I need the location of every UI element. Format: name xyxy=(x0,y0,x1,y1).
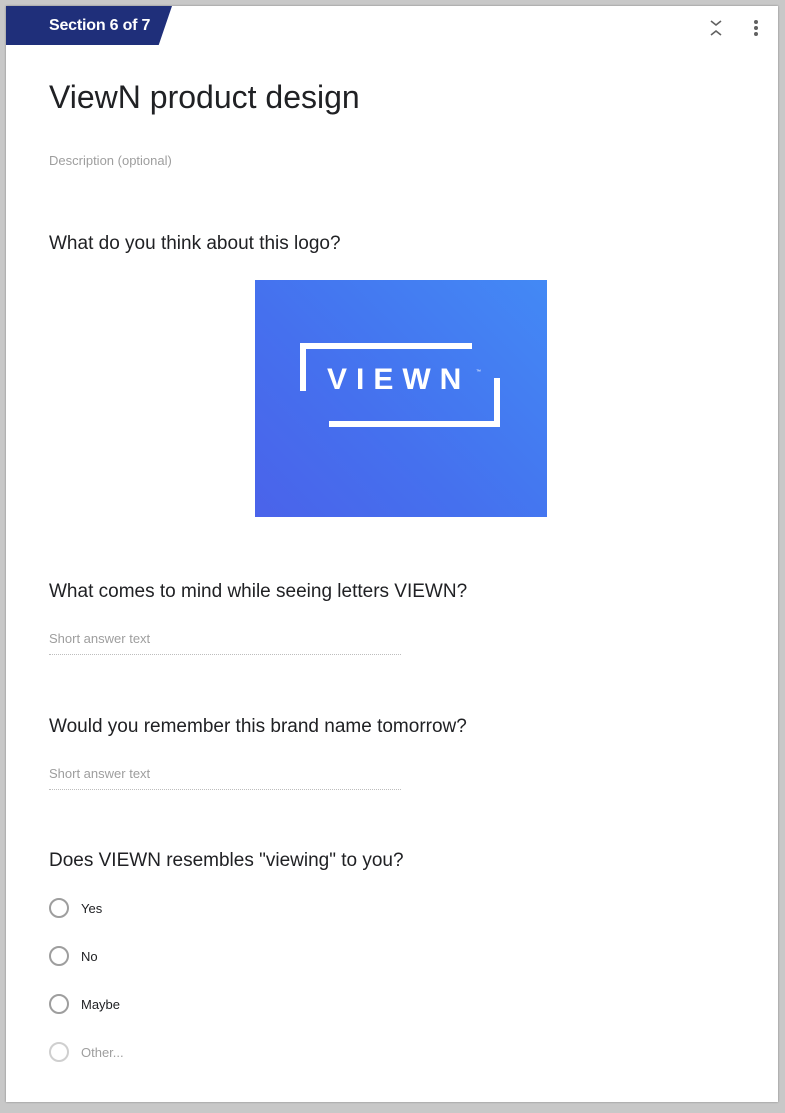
radio-button[interactable] xyxy=(49,898,69,918)
section-actions xyxy=(704,16,768,40)
question-title[interactable]: What comes to mind while seeing letters … xyxy=(49,581,467,603)
option-label: Maybe xyxy=(81,996,121,1012)
question-title[interactable]: Does VIEWN resembles "viewing" to you? xyxy=(49,850,404,872)
section-description-field[interactable]: Description (optional) xyxy=(49,153,172,168)
radio-button[interactable] xyxy=(49,946,69,966)
question-title[interactable]: What do you think about this logo? xyxy=(49,233,341,255)
more-vert-icon[interactable] xyxy=(744,16,768,40)
short-answer-field[interactable]: Short answer text xyxy=(49,630,401,655)
radio-option-yes[interactable]: Yes xyxy=(49,898,102,918)
radio-option-no[interactable]: No xyxy=(49,946,98,966)
question-title[interactable]: Would you remember this brand name tomor… xyxy=(49,716,467,738)
radio-option-other[interactable]: Other... xyxy=(49,1042,124,1062)
option-label: Yes xyxy=(81,900,103,916)
short-answer-placeholder: Short answer text xyxy=(49,766,151,781)
option-label: No xyxy=(81,948,98,964)
radio-button[interactable] xyxy=(49,994,69,1014)
logo-text: VIEWN xyxy=(327,363,471,396)
section-title[interactable]: ViewN product design xyxy=(49,79,360,116)
form-section-card: Section 6 of 7 ViewN product design Desc… xyxy=(6,6,778,1102)
short-answer-placeholder: Short answer text xyxy=(49,631,151,646)
collapse-icon[interactable] xyxy=(704,16,728,40)
logo-image: VIEWN ™ xyxy=(255,280,547,517)
short-answer-field[interactable]: Short answer text xyxy=(49,765,401,790)
logo-trademark: ™ xyxy=(476,369,481,375)
radio-button[interactable] xyxy=(49,1042,69,1062)
option-label: Other... xyxy=(81,1044,124,1060)
radio-option-maybe[interactable]: Maybe xyxy=(49,994,120,1014)
section-label: Section 6 of 7 xyxy=(49,17,151,34)
